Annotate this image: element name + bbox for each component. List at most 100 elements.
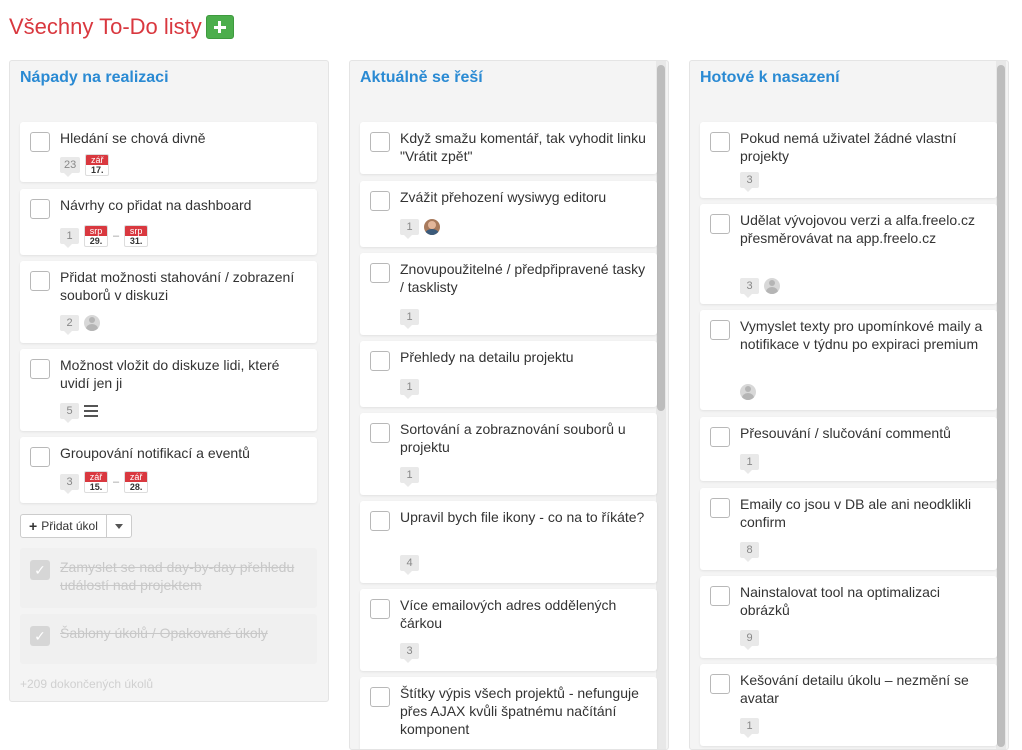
task-title[interactable]: Přidat možnosti stahování / zobrazení so… [60, 268, 307, 304]
task-checkbox[interactable] [710, 320, 730, 340]
task-title[interactable]: Možnost vložit do diskuze lidi, které uv… [60, 356, 307, 392]
task-title[interactable]: Zvážit přehození wysiwyg editoru [400, 188, 647, 206]
more-done-link[interactable]: +209 dokončených úkolů [20, 677, 153, 691]
scrollbar-thumb[interactable] [657, 65, 665, 411]
add-task-button[interactable]: + Přidat úkol [21, 515, 107, 537]
comment-count-badge[interactable]: 1 [400, 379, 419, 399]
checked-checkbox-icon[interactable]: ✓ [30, 626, 50, 646]
task-card[interactable]: Přehledy na detailu projektu 1 [360, 341, 657, 407]
task-card[interactable]: Kešování detailu úkolu – nezmění se avat… [700, 664, 997, 746]
task-meta: 1 srp 29. – srp 31. [60, 225, 149, 248]
comment-count-badge[interactable]: 1 [400, 219, 419, 239]
task-checkbox[interactable] [710, 498, 730, 518]
todo-list-napady: Nápady na realizaci Hledání se chová div… [9, 60, 329, 702]
add-task-dropdown[interactable] [107, 515, 131, 537]
comment-count-badge[interactable]: 1 [400, 309, 419, 329]
done-task-card[interactable]: ✓ Zamyslet se nad day-by-day přehledu ud… [20, 548, 317, 608]
task-card[interactable]: Pokud nemá uživatel žádné vlastní projek… [700, 122, 997, 198]
comment-count-badge[interactable]: 1 [740, 454, 759, 474]
task-title[interactable]: Pokud nemá uživatel žádné vlastní projek… [740, 129, 987, 165]
done-task-title[interactable]: Zamyslet se nad day-by-day přehledu udál… [60, 558, 307, 594]
task-checkbox[interactable] [710, 427, 730, 447]
task-checkbox[interactable] [710, 674, 730, 694]
comment-count-badge[interactable]: 23 [60, 157, 81, 177]
task-card[interactable]: Znovupoužitelné / předpřipravené tasky /… [360, 253, 657, 335]
task-card[interactable]: Hledání se chová divně 23 zář 17. [20, 122, 317, 182]
comment-count-badge[interactable]: 1 [400, 467, 419, 487]
task-title[interactable]: Hledání se chová divně [60, 129, 307, 147]
task-card[interactable]: Zvážit přehození wysiwyg editoru 1 [360, 181, 657, 247]
task-title[interactable]: Znovupoužitelné / předpřipravené tasky /… [400, 260, 647, 296]
task-title[interactable]: Emaily co jsou v DB ale ani neodklikli c… [740, 495, 987, 531]
task-title[interactable]: Štítky výpis všech projektů - nefunguje … [400, 684, 647, 738]
comment-count-badge[interactable]: 3 [400, 643, 419, 663]
task-card[interactable]: Emaily co jsou v DB ale ani neodklikli c… [700, 488, 997, 570]
task-checkbox[interactable] [370, 191, 390, 211]
task-title[interactable]: Vymyslet texty pro upomínkové maily a no… [740, 317, 987, 353]
task-title[interactable]: Přehledy na detailu projektu [400, 348, 647, 366]
task-card[interactable]: Více emailových adres oddělených čárkou … [360, 589, 657, 671]
comment-count-badge[interactable]: 2 [60, 315, 79, 335]
done-task-title[interactable]: Šablony úkolů / Opakované úkoly [60, 624, 307, 642]
task-title[interactable]: Upravil bych file ikony - co na to říkát… [400, 508, 647, 526]
task-checkbox[interactable] [30, 199, 50, 219]
list-title[interactable]: Hotové k nasazení [700, 69, 840, 87]
task-title[interactable]: Groupování notifikací a eventů [60, 444, 307, 462]
date-badge-end: zář 28. [124, 471, 149, 493]
task-card[interactable]: Štítky výpis všech projektů - nefunguje … [360, 677, 657, 749]
task-checkbox[interactable] [370, 599, 390, 619]
comment-count-badge[interactable]: 4 [400, 555, 419, 575]
comment-count-badge[interactable]: 3 [740, 278, 759, 298]
task-title[interactable]: Nainstalovat tool na optimalizaci obrázk… [740, 583, 987, 619]
list-title[interactable]: Nápady na realizaci [20, 69, 169, 87]
comment-count-badge[interactable]: 5 [60, 403, 79, 423]
user-icon [764, 278, 780, 294]
add-list-button[interactable] [205, 15, 234, 39]
task-card[interactable]: Návrhy co přidat na dashboard 1 srp 29. … [20, 189, 317, 255]
task-meta: 9 [740, 630, 759, 650]
comment-count-badge[interactable]: 3 [60, 474, 79, 494]
task-meta: 1 [740, 454, 759, 474]
comment-count-badge[interactable]: 3 [740, 172, 759, 192]
task-title[interactable]: Když smažu komentář, tak vyhodit linku "… [400, 129, 647, 165]
task-card[interactable]: Upravil bych file ikony - co na to říkát… [360, 501, 657, 583]
task-card[interactable]: Sortování a zobraznování souborů u proje… [360, 413, 657, 495]
task-title[interactable]: Udělat vývojovou verzi a alfa.freelo.cz … [740, 211, 987, 247]
task-card[interactable]: Přidat možnosti stahování / zobrazení so… [20, 261, 317, 343]
comment-count-badge[interactable]: 8 [740, 542, 759, 562]
task-title[interactable]: Kešování detailu úkolu – nezmění se avat… [740, 671, 987, 707]
page-header: Všechny To-Do listy [9, 12, 234, 42]
task-checkbox[interactable] [370, 423, 390, 443]
task-checkbox[interactable] [370, 511, 390, 531]
task-checkbox[interactable] [370, 687, 390, 707]
task-card[interactable]: Udělat vývojovou verzi a alfa.freelo.cz … [700, 204, 997, 304]
comment-count-badge[interactable]: 1 [60, 228, 79, 248]
checked-checkbox-icon[interactable]: ✓ [30, 560, 50, 580]
task-checkbox[interactable] [710, 586, 730, 606]
task-checkbox[interactable] [30, 359, 50, 379]
task-checkbox[interactable] [710, 214, 730, 234]
task-meta: 2 [60, 315, 100, 335]
comment-count-badge[interactable]: 9 [740, 630, 759, 650]
task-title[interactable]: Sortování a zobraznování souborů u proje… [400, 420, 647, 456]
scrollbar-thumb[interactable] [997, 65, 1005, 747]
done-task-card[interactable]: ✓ Šablony úkolů / Opakované úkoly [20, 614, 317, 664]
task-checkbox[interactable] [30, 447, 50, 467]
list-title[interactable]: Aktuálně se řeší [360, 69, 483, 87]
task-card[interactable]: Groupování notifikací a eventů 3 zář 15.… [20, 437, 317, 503]
task-card[interactable]: Když smažu komentář, tak vyhodit linku "… [360, 122, 657, 174]
task-title[interactable]: Návrhy co přidat na dashboard [60, 196, 307, 214]
list-icon [84, 405, 98, 417]
task-card[interactable]: Vymyslet texty pro upomínkové maily a no… [700, 310, 997, 410]
task-checkbox[interactable] [710, 132, 730, 152]
task-checkbox[interactable] [370, 132, 390, 152]
task-checkbox[interactable] [370, 351, 390, 371]
task-title[interactable]: Více emailových adres oddělených čárkou [400, 596, 647, 632]
task-card[interactable]: Možnost vložit do diskuze lidi, které uv… [20, 349, 317, 431]
task-card[interactable]: Přesouvání / slučování commentů 1 [700, 417, 997, 481]
task-checkbox[interactable] [30, 271, 50, 291]
task-title[interactable]: Přesouvání / slučování commentů [740, 424, 987, 442]
task-checkbox[interactable] [370, 263, 390, 283]
task-checkbox[interactable] [30, 132, 50, 152]
task-card[interactable]: Nainstalovat tool na optimalizaci obrázk… [700, 576, 997, 658]
